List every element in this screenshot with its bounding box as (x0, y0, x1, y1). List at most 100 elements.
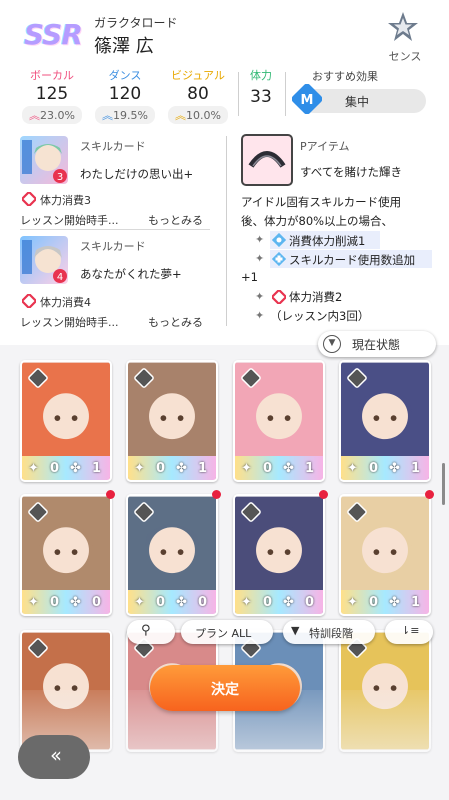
dance-stat: ダンス 120 ︽19.5% (95, 67, 155, 124)
headband-icon (248, 151, 286, 168)
sparkle-icon: ✦ (28, 461, 39, 476)
sparkle-icon: ✦ (134, 595, 145, 610)
p-item-thumb[interactable] (241, 134, 293, 186)
dance-value: 120 (108, 84, 142, 104)
new-badge (212, 490, 221, 499)
skill-card-thumb[interactable]: 3 (20, 136, 68, 184)
card-type-icon (347, 368, 367, 388)
filter-icon: ▼ (291, 624, 300, 637)
chevron-up-icon: ︽ (175, 109, 187, 122)
p-item-effect: 消費体力削減1 (289, 234, 366, 248)
new-badge (425, 490, 434, 499)
support-card[interactable]: ✦ 0 ✤ 0 (20, 494, 112, 616)
sparkle-icon: ✦ (28, 595, 39, 610)
support-card[interactable]: ✦ 0 ✤ 1 (20, 360, 112, 482)
p-item-desc: アイドル固有スキルカード使用 (241, 195, 402, 209)
skill-card-plus-icon (272, 252, 286, 266)
scrollbar[interactable] (442, 463, 445, 505)
card-level-value: 0 (369, 461, 379, 476)
focus-effect-icon: M (292, 84, 322, 114)
clover-icon: ✤ (389, 595, 400, 610)
recommend-label: おすすめ効果 (312, 70, 378, 83)
dance-bonus: ︽19.5% (95, 106, 155, 124)
card-rank-value: 1 (411, 461, 421, 476)
stamina-stat: 体力 33 (246, 67, 276, 107)
skill-card-timing: レッスン開始時手... (20, 214, 119, 227)
vocal-stat: ボーカル 125 ︽23.0% (22, 67, 82, 124)
skill-card-more-link[interactable]: もっとみる (148, 212, 203, 228)
training-filter-label: 特訓段階 (309, 627, 353, 640)
skill-card-thumb[interactable]: 4 (20, 236, 68, 284)
clover-icon: ✤ (283, 461, 294, 476)
section-divider (226, 136, 227, 326)
sense-star-icon (388, 12, 418, 41)
support-card[interactable]: ✦ 0 ✤ 0 (233, 494, 325, 616)
stamina-cost-icon (272, 290, 286, 304)
skill-card-name: あなたがくれた夢+ (80, 267, 182, 281)
card-type-icon (28, 502, 48, 522)
card-type-icon (28, 638, 48, 658)
card-rank-value: 1 (411, 595, 421, 610)
skill-card-name: わたしだけの思い出+ (80, 167, 194, 181)
vocal-value: 125 (35, 84, 69, 104)
visual-value: 80 (187, 84, 209, 104)
p-item-effect: 体力消費2 (289, 290, 343, 304)
vocal-label: ボーカル (30, 69, 74, 82)
chevron-down-icon: ▼ (323, 335, 341, 353)
visual-stat: ビジュアル 80 ︽10.0% (168, 67, 228, 124)
bullet: ✦ (255, 290, 265, 303)
back-arrow-icon: ‹‹ (50, 743, 62, 767)
support-card[interactable]: ✦ 0 ✤ 1 (126, 360, 218, 482)
card-level-value: 0 (50, 461, 60, 476)
sparkle-icon: ✦ (241, 595, 252, 610)
sort-type-icon: ⚲ (141, 623, 151, 638)
card-type-icon (134, 368, 154, 388)
chevron-up-icon: ︽ (29, 109, 41, 122)
card-type-icon (241, 502, 261, 522)
card-type-icon (134, 502, 154, 522)
plan-filter-button[interactable]: プラン ALL (181, 620, 273, 644)
stamina-cost-icon (22, 294, 36, 308)
card-name: 篠澤 広 (94, 36, 154, 57)
support-card[interactable]: ✦ 0 ✤ 1 (339, 360, 431, 482)
support-card[interactable]: ✦ 0 ✤ 1 (233, 360, 325, 482)
card-rank-value: 0 (198, 595, 208, 610)
clover-icon: ✤ (70, 461, 81, 476)
skill-card-cost: 体力消費4 (40, 296, 91, 309)
skill-card-art: 3 (22, 140, 67, 183)
sort-type-button[interactable]: ⚲ (127, 620, 175, 644)
stat-divider (285, 72, 286, 116)
card-level-value: 0 (156, 595, 166, 610)
card-level-value: 0 (369, 595, 379, 610)
skill-card-art: 4 (22, 240, 67, 283)
skill-card-more-link[interactable]: もっとみる (148, 314, 203, 330)
card-level-value: 0 (50, 595, 60, 610)
p-item-effect-cont: +1 (241, 270, 258, 284)
new-badge (319, 490, 328, 499)
visual-label: ビジュアル (171, 69, 225, 82)
new-badge (106, 490, 115, 499)
clover-icon: ✤ (176, 461, 187, 476)
card-header: SSR ガラクタロード 篠澤 広 センス (0, 0, 449, 64)
card-level-value: 0 (156, 461, 166, 476)
recommend-value: 集中 (345, 95, 370, 109)
support-card[interactable]: ✦ 0 ✤ 0 (126, 494, 218, 616)
svg-text:3: 3 (57, 172, 63, 183)
dance-label: ダンス (108, 69, 142, 82)
sort-order-button[interactable]: ⇂≡ (385, 620, 433, 644)
training-filter-button[interactable]: ▼ 特訓段階 (283, 620, 375, 644)
card-rank-value: 0 (92, 595, 102, 610)
stamina-reduce-icon (272, 233, 286, 247)
confirm-label: 決定 (211, 682, 239, 698)
clover-icon: ✤ (176, 595, 187, 610)
p-item-type: Pアイテム (300, 140, 350, 153)
bullet: ✦ (255, 252, 265, 265)
clover-icon: ✤ (389, 461, 400, 476)
p-item-name: すべてを賭けた輝き (300, 165, 403, 179)
skill-card-type: スキルカード (80, 240, 146, 253)
card-level-value: 0 (263, 461, 273, 476)
support-card[interactable]: ✦ 0 ✤ 1 (339, 494, 431, 616)
svg-text:M: M (301, 93, 314, 108)
sparkle-icon: ✦ (347, 595, 358, 610)
divider (20, 229, 210, 230)
